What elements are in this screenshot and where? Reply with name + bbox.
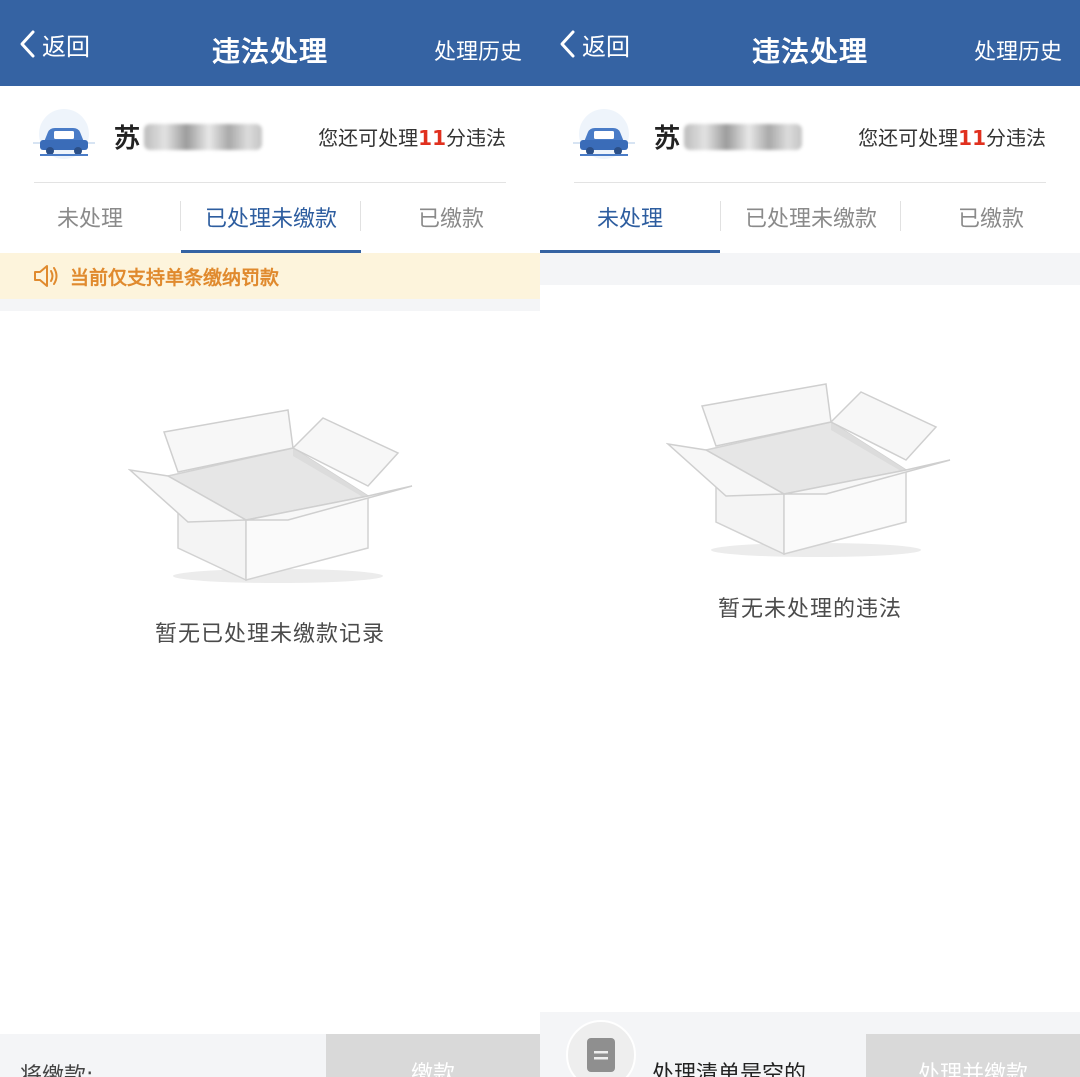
vehicle-info: 苏 您还可处理11分违法 [0,86,540,183]
quota-suffix: 分违法 [986,126,1046,150]
quota-points: 11 [418,126,446,150]
screen-unpaid-tab: 返回 违法处理 处理历史 苏 您还可处理11分违法 未处理 已处理未缴款 已缴款… [0,0,540,1077]
car-icon [33,109,95,159]
tab-unprocessed[interactable]: 未处理 [0,183,180,251]
empty-box-icon [128,409,413,583]
tab-bar: 未处理 已处理未缴款 已缴款 [0,183,540,253]
tab-label: 已处理未缴款 [204,207,337,232]
tab-bar: 未处理 已处理未缴款 已缴款 [540,183,1080,253]
license-plate: 苏 [114,118,263,155]
history-button[interactable]: 处理历史 [974,34,1062,66]
section-gap [0,299,540,311]
points-quota: 您还可处理11分违法 [858,122,1046,151]
tab-label: 已缴款 [417,207,484,232]
notice-banner: 当前仅支持单条缴纳罚款 [0,253,540,299]
plate-redacted [144,123,263,150]
quota-points: 11 [958,126,986,150]
screen-unprocessed-tab: 返回 违法处理 处理历史 苏 您还可处理11分违法 未处理 已处理未缴款 已缴款… [540,0,1080,1077]
tab-unprocessed[interactable]: 未处理 [540,183,720,253]
tab-label: 已缴款 [957,207,1024,232]
empty-box-icon [666,383,951,557]
list-document-icon [587,1038,615,1072]
history-button[interactable]: 处理历史 [434,34,522,66]
amount-label: 将缴款: [20,1064,94,1077]
points-quota: 您还可处理11分违法 [318,122,506,151]
bottom-submit-bar: 处理清单是空的 处理并缴款 [540,1012,1080,1077]
nav-bar: 返回 违法处理 处理历史 [0,0,540,86]
tab-processed-unpaid[interactable]: 已处理未缴款 [181,183,361,253]
speaker-icon [32,263,60,289]
bottom-payment-bar: 将缴款: 缴款 [0,1034,540,1077]
tab-label: 未处理 [56,207,123,232]
pay-button-label: 缴款 [410,1062,455,1077]
tab-paid[interactable]: 已缴款 [901,183,1080,251]
section-gap [540,253,1080,285]
notice-text: 当前仅支持单条缴纳罚款 [70,266,280,289]
plate-redacted [684,123,803,150]
plate-prefix: 苏 [654,124,681,154]
quota-suffix: 分违法 [446,126,506,150]
empty-state-text: 暂无未处理的违法 [717,597,902,622]
process-and-pay-label: 处理并缴款 [917,1062,1028,1077]
license-plate: 苏 [654,118,803,155]
empty-state-text: 暂无已处理未缴款记录 [154,622,385,647]
quota-prefix: 您还可处理 [318,126,419,150]
tab-paid[interactable]: 已缴款 [361,183,540,251]
nav-bar: 返回 违法处理 处理历史 [540,0,1080,86]
car-icon [573,109,635,159]
tab-label: 未处理 [596,207,663,232]
plate-prefix: 苏 [114,124,141,154]
pay-button[interactable]: 缴款 [326,1034,540,1077]
processing-list-button[interactable] [566,1020,636,1077]
vehicle-info: 苏 您还可处理11分违法 [540,86,1080,183]
process-and-pay-button[interactable]: 处理并缴款 [866,1034,1080,1077]
tab-label: 已处理未缴款 [744,207,877,232]
tab-processed-unpaid[interactable]: 已处理未缴款 [721,183,901,251]
quota-prefix: 您还可处理 [858,126,959,150]
processing-list-label: 处理清单是空的 [652,1062,807,1077]
